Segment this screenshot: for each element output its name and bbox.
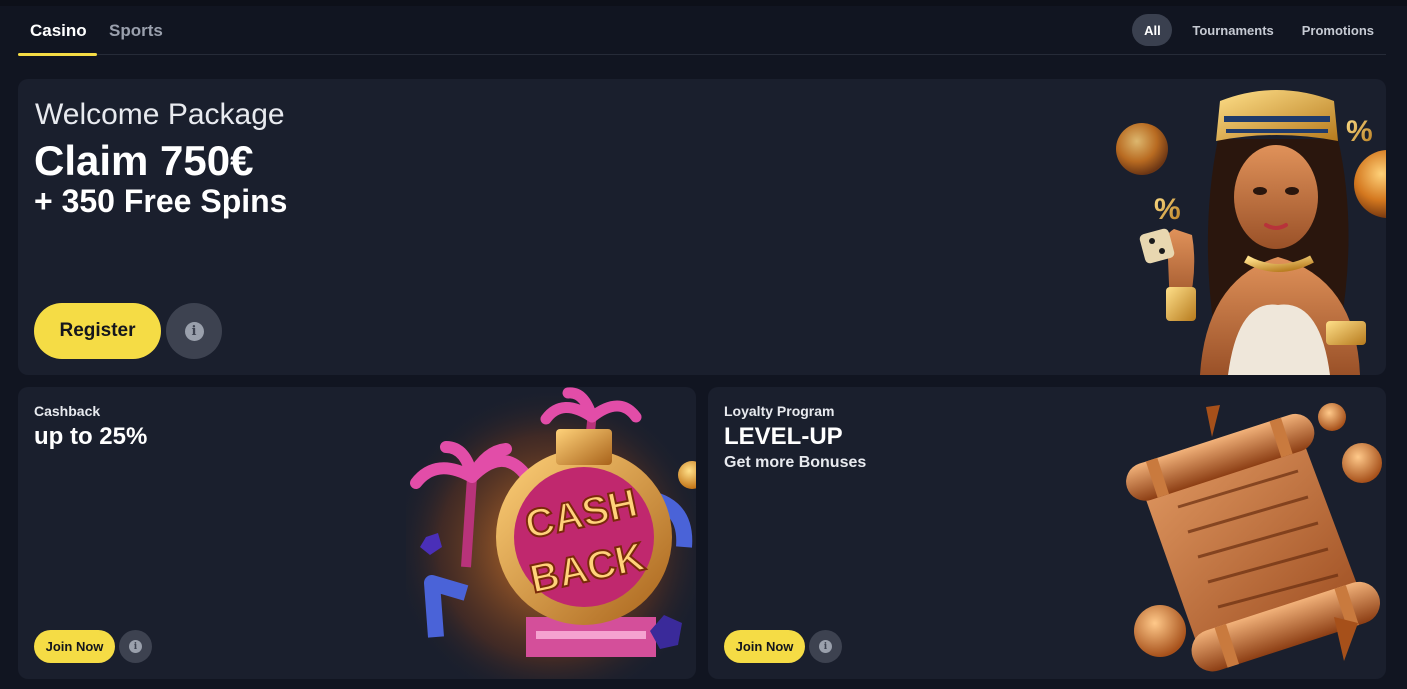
loyalty-subtitle: Get more Bonuses <box>724 454 867 471</box>
info-icon: i <box>184 321 204 341</box>
loyalty-headline: LEVEL-UP <box>724 423 843 450</box>
register-button[interactable]: Register <box>34 303 161 359</box>
cashback-join-button[interactable]: Join Now <box>34 630 115 663</box>
category-tabs: Casino Sports <box>18 6 175 56</box>
loyalty-info-button[interactable]: i <box>809 630 842 663</box>
svg-text:%: % <box>1154 193 1181 226</box>
tab-sports[interactable]: Sports <box>97 6 175 55</box>
cashback-headline: up to 25% <box>34 423 148 450</box>
hero-info-button[interactable]: i <box>166 303 222 359</box>
hero-free-spins: + 350 Free Spins <box>34 183 288 219</box>
hero-subtitle: Welcome Package <box>35 98 285 131</box>
info-icon: i <box>129 640 142 653</box>
loyalty-label: Loyalty Program <box>724 403 835 419</box>
promotions-nav: Casino Sports All Tournaments Promotions <box>18 6 1386 56</box>
cleopatra-illustration: % % <box>1116 90 1386 375</box>
info-icon: i <box>819 640 832 653</box>
filter-promotions[interactable]: Promotions <box>1290 14 1386 46</box>
cashback-card: Cashback up to 25% Join Now i CASH BACK <box>18 387 696 679</box>
hero-title: Claim 750€ <box>34 137 254 184</box>
loyalty-join-button[interactable]: Join Now <box>724 630 805 663</box>
cashback-illustration: CASH BACK <box>406 387 696 679</box>
filter-tournaments[interactable]: Tournaments <box>1180 14 1285 46</box>
filter-all[interactable]: All <box>1132 14 1173 46</box>
svg-text:%: % <box>1346 115 1373 148</box>
filter-chips: All Tournaments Promotions <box>1132 14 1386 46</box>
scroll-illustration <box>1126 403 1382 672</box>
welcome-package-banner: Welcome Package Claim 750€ + 350 Free Sp… <box>18 79 1386 375</box>
loyalty-card: Loyalty Program LEVEL-UP Get more Bonuse… <box>708 387 1386 679</box>
cashback-info-button[interactable]: i <box>119 630 152 663</box>
cashback-label: Cashback <box>34 403 101 419</box>
tab-casino[interactable]: Casino <box>18 6 97 56</box>
